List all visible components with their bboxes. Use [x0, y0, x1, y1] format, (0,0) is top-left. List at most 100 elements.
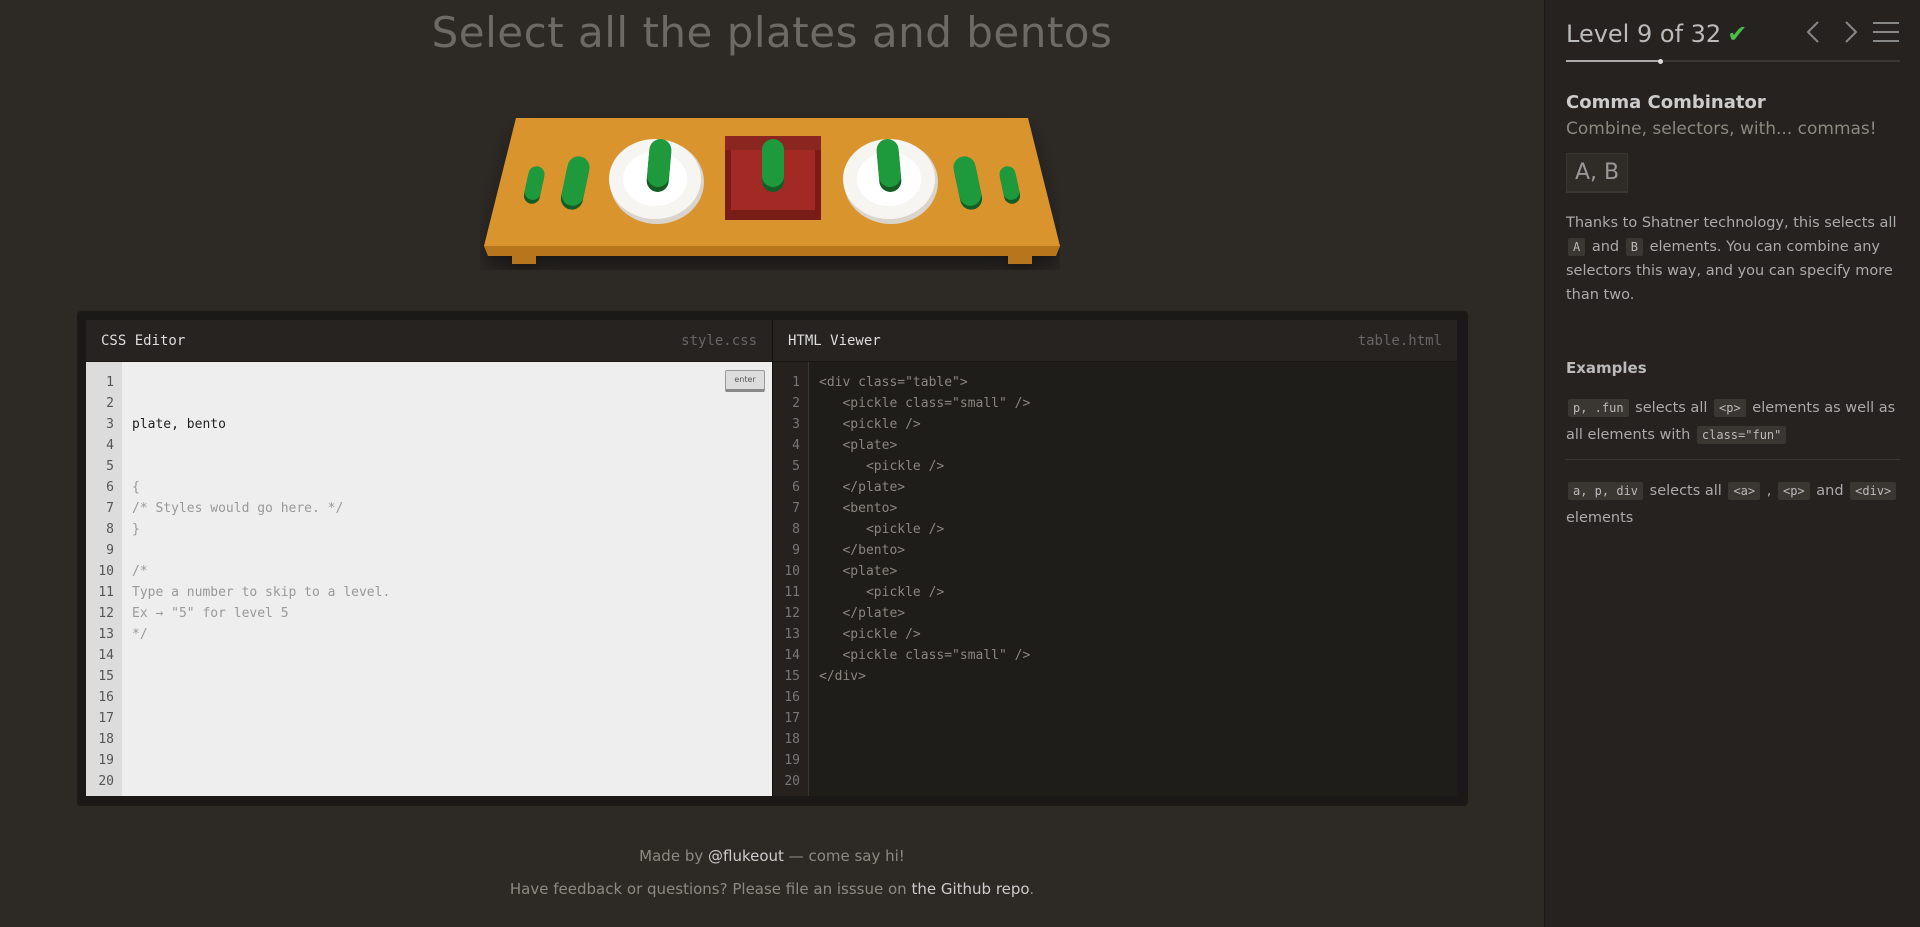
line-number: 19: [98, 753, 114, 768]
html-code-line[interactable]: </div>: [819, 666, 1457, 687]
line-number: 14: [98, 648, 114, 663]
html-code-line[interactable]: <plate>: [819, 435, 1457, 456]
css-line-numbers: 1 2 3 4 5 6 7 8 9 10 11 12 13 14 15 16 17 18 19 20: [86, 362, 122, 796]
flukeout-link[interactable]: @flukeout: [708, 847, 784, 865]
line-number: 20: [98, 774, 114, 789]
line-number: 5: [792, 459, 800, 474]
html-code-line[interactable]: <pickle />: [819, 624, 1457, 645]
example-2: a, p, div selects all <a> , <p> and <div…: [1566, 478, 1900, 542]
line-number: 8: [792, 522, 800, 537]
line-number: 3: [106, 417, 114, 432]
html-code-line[interactable]: <pickle class="small" />: [819, 645, 1457, 666]
line-number: 16: [784, 690, 800, 705]
line-number: 13: [98, 627, 114, 642]
line-number: 10: [784, 564, 800, 579]
html-code-line[interactable]: <pickle />: [819, 582, 1457, 603]
line-number: 20: [784, 774, 800, 789]
footer-feedback: Have feedback or questions? Please file …: [509, 880, 1035, 898]
level-header: Level 9 of 32 ✔: [1566, 0, 1900, 64]
css-code-line: {: [132, 480, 140, 495]
line-number: 17: [98, 711, 114, 726]
line-number: 13: [784, 627, 800, 642]
line-number: 12: [98, 606, 114, 621]
level-nav: [1800, 18, 1900, 46]
bento[interactable]: [725, 136, 821, 220]
line-number: 11: [784, 585, 800, 600]
level-hint: Thanks to Shatner technology, this selec…: [1566, 215, 1897, 303]
level-progress-bar: [1566, 60, 1660, 62]
css-code[interactable]: plate, bento { /* Styles would go here. *…: [122, 362, 772, 796]
level-title: Comma Combinator: [1566, 92, 1766, 113]
line-number: 9: [792, 543, 800, 558]
level-order-title: Select all the plates and bentos: [431, 8, 1113, 57]
html-code-line[interactable]: <pickle class="small" />: [819, 393, 1457, 414]
html-viewer-pane: HTML Viewer table.html 1 2 3 4 5 6 7 8 9 10 11 12 13…: [772, 320, 1457, 796]
css-editor-title: CSS Editor: [101, 332, 186, 349]
html-code-line[interactable]: <pickle />: [819, 519, 1457, 540]
line-number: 16: [98, 690, 114, 705]
css-code-line: [132, 540, 772, 561]
level-label: Level 9 of 32: [1566, 20, 1722, 48]
pickle-in-bento: [762, 139, 784, 192]
level-indicator: Level 9 of 32 ✔: [1566, 20, 1747, 48]
hint-tag-b: B: [1625, 238, 1643, 256]
html-code-line[interactable]: <div class="table">: [819, 372, 1457, 393]
line-number: 1: [792, 375, 800, 390]
line-number: 7: [106, 501, 114, 516]
line-number: 18: [784, 732, 800, 747]
level-progress-marker: [1658, 59, 1663, 64]
line-number: 6: [106, 480, 114, 495]
github-repo-link[interactable]: the Github repo: [911, 880, 1029, 898]
line-number: 3: [792, 417, 800, 432]
html-code-line[interactable]: <pickle />: [819, 414, 1457, 435]
html-code-line[interactable]: </plate>: [819, 477, 1457, 498]
examples-title: Examples: [1566, 359, 1647, 377]
menu-icon[interactable]: [1872, 18, 1900, 46]
line-number: 9: [106, 543, 114, 558]
example-1: p, .fun selects all <p> elements as well…: [1566, 395, 1900, 460]
css-file-name: style.css: [681, 332, 757, 349]
main-area: Select all the plates and bentos CSS Edi…: [0, 0, 1544, 927]
css-code-line: Ex → "5" for level 5: [132, 606, 289, 621]
html-file-name: table.html: [1357, 332, 1442, 349]
html-line-numbers: 1 2 3 4 5 6 7 8 9 10 11 12 13 14 15 16 17 18 19 20: [773, 362, 809, 796]
line-number: 8: [106, 522, 114, 537]
check-icon: ✔: [1727, 20, 1748, 48]
line-number: 15: [784, 669, 800, 684]
line-number: 10: [98, 564, 114, 579]
selector-syntax: A, B: [1566, 153, 1629, 193]
next-level-icon[interactable]: [1836, 18, 1864, 46]
css-code-line: /*: [132, 564, 148, 579]
line-number: 4: [106, 438, 114, 453]
html-code-line[interactable]: <bento>: [819, 498, 1457, 519]
html-viewer-header: HTML Viewer table.html: [773, 320, 1457, 362]
line-number: 15: [98, 669, 114, 684]
game-table: [480, 110, 1060, 270]
css-code-line: */: [132, 627, 148, 642]
hint-tag-a: A: [1568, 238, 1586, 256]
html-code-line[interactable]: </plate>: [819, 603, 1457, 624]
line-number: 6: [792, 480, 800, 495]
css-code-line: }: [132, 522, 140, 537]
line-number: 17: [784, 711, 800, 726]
html-code-line[interactable]: <plate>: [819, 561, 1457, 582]
line-number: 18: [98, 732, 114, 747]
css-selector-input[interactable]: plate, bento: [132, 414, 772, 435]
css-code-line: /* Styles would go here. */: [132, 501, 344, 516]
line-number: 2: [792, 396, 800, 411]
sidebar: Level 9 of 32 ✔ Comma Combinator Combine,…: [1544, 0, 1920, 927]
level-subtitle: Combine, selectors, with... commas!: [1566, 119, 1877, 139]
line-number: 7: [792, 501, 800, 516]
line-number: 14: [784, 648, 800, 663]
css-editor-pane: CSS Editor style.css 1 2 3 4 5 6 7 8 9 10 11 12 13 14…: [86, 320, 772, 796]
line-number: 1: [106, 375, 114, 390]
html-viewer-title: HTML Viewer: [788, 332, 881, 349]
enter-button[interactable]: enter: [725, 370, 765, 392]
table-illustration: [484, 118, 1060, 264]
html-code-line[interactable]: <pickle />: [819, 456, 1457, 477]
html-code[interactable]: <div class="table"> <pickle class="small…: [809, 362, 1457, 796]
html-code-line[interactable]: </bento>: [819, 540, 1457, 561]
css-code-lines: {/* Styles would go here. */} /* Type a n…: [132, 477, 772, 645]
previous-level-icon[interactable]: [1800, 18, 1828, 46]
footer: Made by @flukeout — come say hi! Have fe…: [0, 840, 1544, 906]
